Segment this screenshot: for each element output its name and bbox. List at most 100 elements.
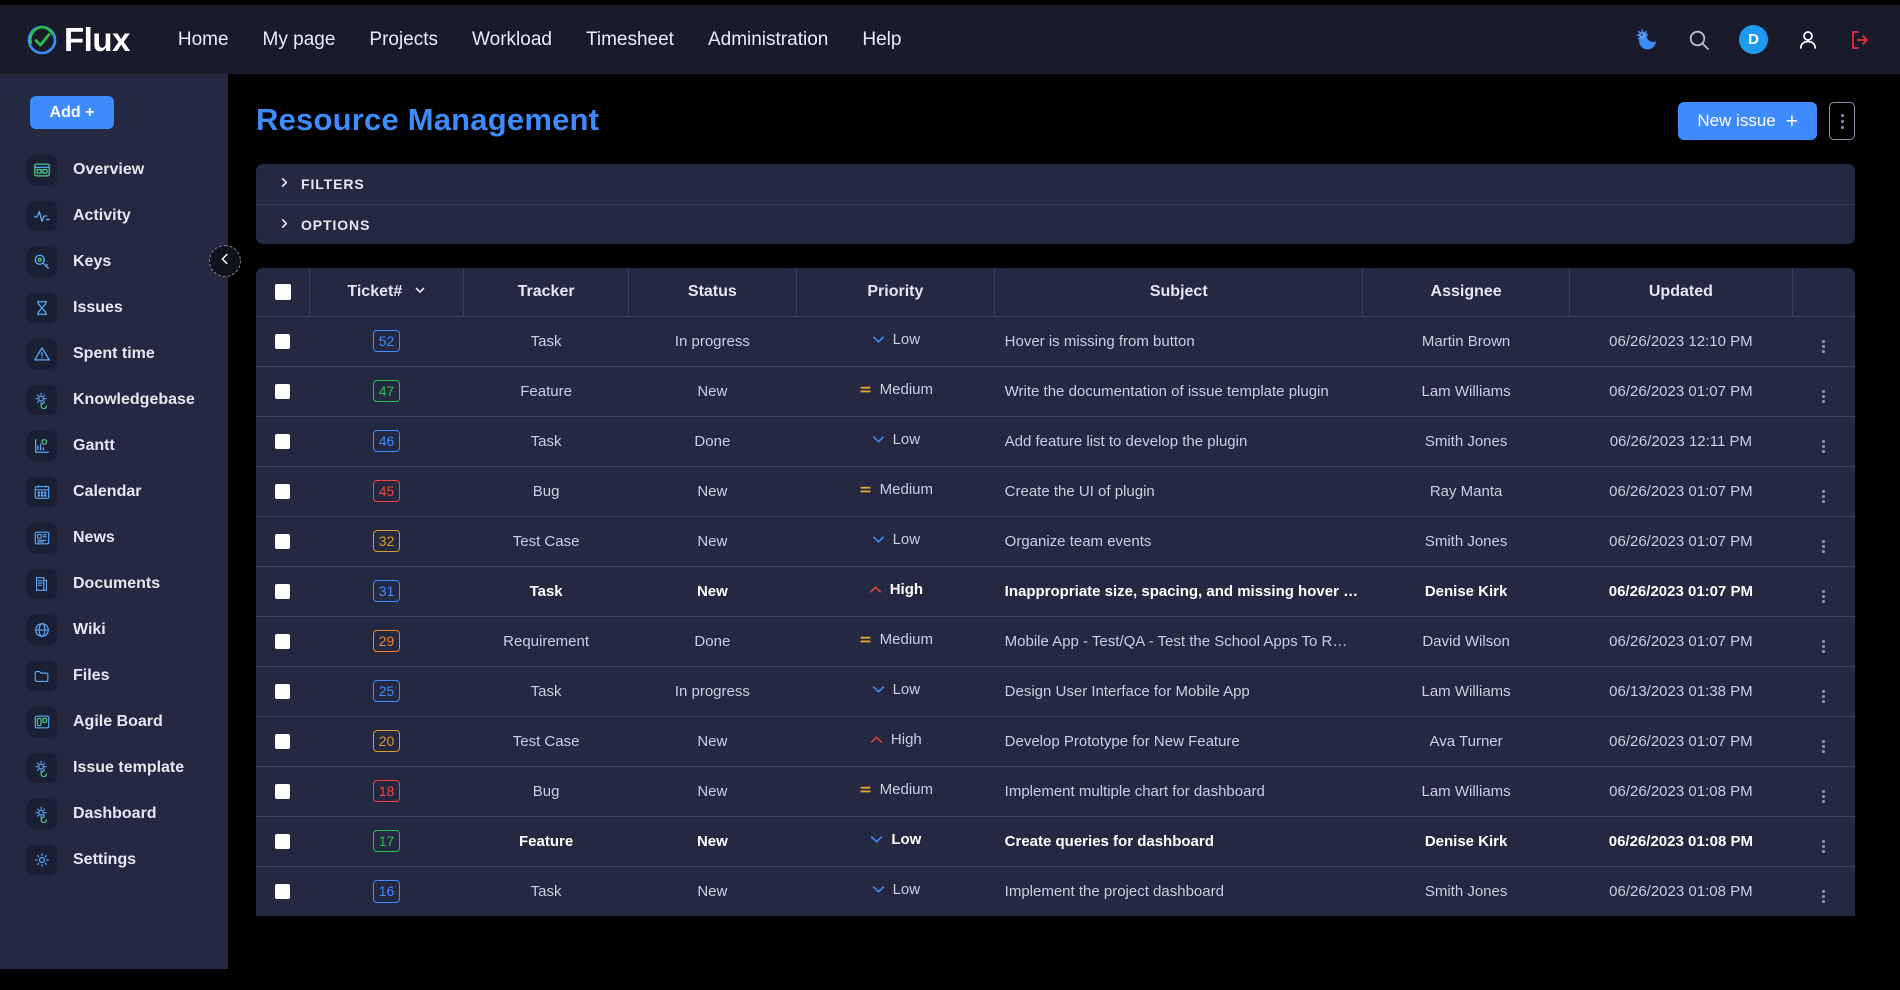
row-checkbox[interactable]: [275, 484, 290, 499]
column-header-assignee[interactable]: Assignee: [1363, 268, 1569, 316]
row-checkbox[interactable]: [275, 884, 290, 899]
row-checkbox[interactable]: [275, 734, 290, 749]
sidebar-item-documents[interactable]: Documents: [0, 561, 228, 607]
search-icon[interactable]: [1687, 28, 1711, 52]
ticket-badge[interactable]: 45: [373, 480, 401, 503]
row-more-button[interactable]: [1792, 716, 1855, 766]
row-subject-cell[interactable]: Organize team events: [995, 516, 1363, 566]
table-row[interactable]: 18BugNewMediumImplement multiple chart f…: [256, 766, 1855, 816]
row-checkbox[interactable]: [275, 834, 290, 849]
table-row[interactable]: 25TaskIn progressLowDesign User Interfac…: [256, 666, 1855, 716]
row-subject-cell[interactable]: Implement the project dashboard: [995, 866, 1363, 916]
row-more-button[interactable]: [1792, 866, 1855, 916]
sidebar-item-dashboard[interactable]: Dashboard: [0, 791, 228, 837]
ticket-badge[interactable]: 31: [373, 580, 401, 603]
sidebar-item-spent-time[interactable]: Spent time: [0, 331, 228, 377]
brand-logo[interactable]: Flux: [26, 23, 130, 56]
nav-item-timesheet[interactable]: Timesheet: [586, 29, 674, 51]
row-checkbox[interactable]: [275, 384, 290, 399]
row-more-button[interactable]: [1792, 666, 1855, 716]
row-more-button[interactable]: [1792, 616, 1855, 666]
avatar[interactable]: D: [1739, 25, 1768, 54]
sidebar-item-calendar[interactable]: Calendar: [0, 469, 228, 515]
nav-item-administration[interactable]: Administration: [708, 29, 828, 51]
row-checkbox[interactable]: [275, 784, 290, 799]
column-header-ticket[interactable]: Ticket#: [310, 268, 464, 316]
row-more-button[interactable]: [1792, 816, 1855, 866]
sidebar-item-issues[interactable]: Issues: [0, 285, 228, 331]
column-header-subject[interactable]: Subject: [995, 268, 1363, 316]
nav-item-workload[interactable]: Workload: [472, 29, 552, 51]
table-row[interactable]: 29RequirementDoneMediumMobile App - Test…: [256, 616, 1855, 666]
sidebar-item-files[interactable]: Files: [0, 653, 228, 699]
user-icon[interactable]: [1796, 28, 1820, 52]
row-checkbox[interactable]: [275, 584, 290, 599]
row-checkbox[interactable]: [275, 534, 290, 549]
ticket-badge[interactable]: 17: [373, 830, 401, 853]
select-all-checkbox[interactable]: [275, 284, 291, 300]
ticket-badge[interactable]: 25: [373, 680, 401, 703]
table-row[interactable]: 52TaskIn progressLowHover is missing fro…: [256, 316, 1855, 366]
table-row[interactable]: 45BugNewMediumCreate the UI of pluginRay…: [256, 466, 1855, 516]
row-more-button[interactable]: [1792, 316, 1855, 366]
sidebar-item-wiki[interactable]: Wiki: [0, 607, 228, 653]
row-checkbox[interactable]: [275, 684, 290, 699]
sidebar-item-overview[interactable]: Overview: [0, 147, 228, 193]
filters-panel-toggle[interactable]: FILTERS: [256, 164, 1855, 204]
new-issue-button[interactable]: New issue +: [1678, 102, 1817, 140]
nav-item-help[interactable]: Help: [862, 29, 901, 51]
column-header-priority[interactable]: Priority: [796, 268, 995, 316]
row-subject-cell[interactable]: Add feature list to develop the plugin: [995, 416, 1363, 466]
nav-item-my-page[interactable]: My page: [263, 29, 336, 51]
row-more-button[interactable]: [1792, 466, 1855, 516]
sidebar-item-keys[interactable]: Keys: [0, 239, 228, 285]
ticket-badge[interactable]: 20: [373, 730, 401, 753]
row-subject-cell[interactable]: Hover is missing from button: [995, 316, 1363, 366]
table-row[interactable]: 32Test CaseNewLowOrganize team eventsSmi…: [256, 516, 1855, 566]
sidebar-item-issue-template[interactable]: Issue template: [0, 745, 228, 791]
sidebar-item-knowledgebase[interactable]: Knowledgebase: [0, 377, 228, 423]
ticket-badge[interactable]: 52: [373, 330, 401, 353]
ticket-badge[interactable]: 29: [373, 630, 401, 653]
nav-item-home[interactable]: Home: [178, 29, 229, 51]
options-panel-toggle[interactable]: OPTIONS: [256, 204, 1855, 244]
row-subject-cell[interactable]: Write the documentation of issue templat…: [995, 366, 1363, 416]
header-more-button[interactable]: [1829, 102, 1855, 140]
column-header-tracker[interactable]: Tracker: [464, 268, 629, 316]
row-checkbox[interactable]: [275, 634, 290, 649]
table-row[interactable]: 17FeatureNewLowCreate queries for dashbo…: [256, 816, 1855, 866]
moon-sun-icon[interactable]: [1635, 28, 1659, 52]
logout-icon[interactable]: [1848, 28, 1872, 52]
ticket-badge[interactable]: 32: [373, 530, 401, 553]
nav-item-projects[interactable]: Projects: [369, 29, 438, 51]
row-more-button[interactable]: [1792, 416, 1855, 466]
row-subject-cell[interactable]: Create queries for dashboard: [995, 816, 1363, 866]
sidebar-item-agile-board[interactable]: Agile Board: [0, 699, 228, 745]
ticket-badge[interactable]: 47: [373, 380, 401, 403]
table-row[interactable]: 46TaskDoneLowAdd feature list to develop…: [256, 416, 1855, 466]
sidebar-item-activity[interactable]: Activity: [0, 193, 228, 239]
row-checkbox[interactable]: [275, 334, 290, 349]
row-more-button[interactable]: [1792, 766, 1855, 816]
row-subject-cell[interactable]: Implement multiple chart for dashboard: [995, 766, 1363, 816]
row-subject-cell[interactable]: Design User Interface for Mobile App: [995, 666, 1363, 716]
sidebar-item-settings[interactable]: Settings: [0, 837, 228, 883]
table-row[interactable]: 20Test CaseNewHighDevelop Prototype for …: [256, 716, 1855, 766]
row-more-button[interactable]: [1792, 516, 1855, 566]
row-subject-cell[interactable]: Mobile App - Test/QA - Test the School A…: [995, 616, 1363, 666]
ticket-badge[interactable]: 18: [373, 780, 401, 803]
row-checkbox[interactable]: [275, 434, 290, 449]
add-button[interactable]: Add +: [30, 96, 114, 129]
ticket-badge[interactable]: 46: [373, 430, 401, 453]
ticket-badge[interactable]: 16: [373, 880, 401, 903]
row-subject-cell[interactable]: Develop Prototype for New Feature: [995, 716, 1363, 766]
table-row[interactable]: 16TaskNewLowImplement the project dashbo…: [256, 866, 1855, 916]
table-row[interactable]: 31TaskNewHighInappropriate size, spacing…: [256, 566, 1855, 616]
row-more-button[interactable]: [1792, 366, 1855, 416]
sidebar-item-gantt[interactable]: Gantt: [0, 423, 228, 469]
column-header-updated[interactable]: Updated: [1569, 268, 1792, 316]
sidebar-item-news[interactable]: News: [0, 515, 228, 561]
row-subject-cell[interactable]: Inappropriate size, spacing, and missing…: [995, 566, 1363, 616]
row-more-button[interactable]: [1792, 566, 1855, 616]
table-row[interactable]: 47FeatureNewMediumWrite the documentatio…: [256, 366, 1855, 416]
